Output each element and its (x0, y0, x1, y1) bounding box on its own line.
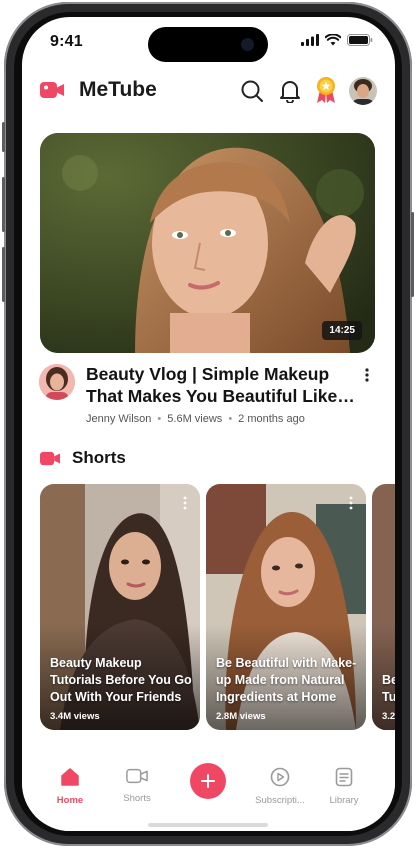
separator-dot: • (228, 413, 233, 425)
volume-up-button (2, 177, 5, 232)
nav-library-label: Library (329, 795, 359, 806)
short-caption: Beauty Makeup Tutorials Before You Go Ou… (50, 656, 192, 704)
dynamic-island (148, 27, 268, 62)
add-button[interactable] (190, 763, 226, 799)
nav-subscriptions[interactable]: Subscripti... (250, 767, 310, 806)
video-meta: Jenny Wilson • 5.6M views • 2 months ago (86, 413, 305, 425)
nav-home-label: Home (56, 795, 84, 806)
featured-video-image (40, 133, 375, 353)
short-caption: Be Tu (382, 673, 395, 704)
signal-icon (301, 34, 319, 46)
bottom-navigation: Home Shorts Subscripti... Library (22, 757, 395, 831)
video-camera-icon (126, 768, 148, 784)
screen: 9:41 MeTube 14:25 Beauty Vlog | Simple M… (22, 17, 395, 831)
app-header: MeTube (22, 75, 395, 115)
bell-icon[interactable] (279, 79, 301, 103)
power-button (411, 212, 414, 297)
nav-home[interactable]: Home (40, 767, 100, 806)
short-views: 3.4M views (50, 711, 100, 722)
short-caption: Be Beautiful with Make-up Made from Natu… (216, 656, 357, 704)
app-title: MeTube (79, 78, 157, 101)
volume-down-button (2, 247, 5, 302)
channel-name[interactable]: Jenny Wilson (86, 413, 151, 425)
play-circle-icon (270, 767, 290, 787)
status-icons (301, 34, 373, 46)
shorts-icon (40, 451, 60, 465)
separator-dot: • (157, 413, 162, 425)
award-badge-icon[interactable] (314, 76, 338, 104)
channel-avatar[interactable] (39, 364, 75, 400)
more-options-icon[interactable] (362, 367, 372, 383)
home-indicator (148, 823, 268, 827)
action-button (2, 122, 5, 152)
nav-library[interactable]: Library (314, 767, 374, 806)
short-views: 3.2 (382, 711, 395, 722)
nav-shorts-label: Shorts (123, 793, 151, 804)
nav-shorts[interactable]: Shorts (107, 767, 167, 804)
home-icon (61, 768, 79, 786)
view-count: 5.6M views (167, 413, 223, 425)
wifi-icon (325, 34, 341, 46)
library-icon (335, 767, 353, 787)
search-icon[interactable] (240, 79, 264, 103)
short-card[interactable]: Beauty Makeup Tutorials Before You Go Ou… (40, 484, 200, 730)
nav-subscriptions-label: Subscripti... (255, 795, 305, 806)
video-title[interactable]: Beauty Vlog | Simple Makeup That Makes Y… (86, 363, 356, 407)
short-card[interactable]: Be Tu 3.2 (372, 484, 395, 730)
video-camera-icon (40, 82, 64, 98)
featured-video-thumbnail[interactable]: 14:25 (40, 133, 375, 353)
shorts-header: Shorts (40, 448, 126, 468)
short-views: 2.8M views (216, 711, 266, 722)
upload-age: 2 months ago (238, 413, 305, 425)
plus-icon (201, 774, 215, 788)
status-time: 9:41 (50, 33, 83, 50)
front-camera (241, 38, 254, 51)
user-avatar[interactable] (349, 77, 377, 105)
short-more-icon[interactable] (182, 496, 188, 510)
shorts-heading: Shorts (72, 448, 126, 467)
video-duration: 14:25 (322, 321, 362, 340)
short-more-icon[interactable] (348, 496, 354, 510)
short-card[interactable]: Be Beautiful with Make-up Made from Natu… (206, 484, 366, 730)
battery-icon (347, 34, 373, 46)
